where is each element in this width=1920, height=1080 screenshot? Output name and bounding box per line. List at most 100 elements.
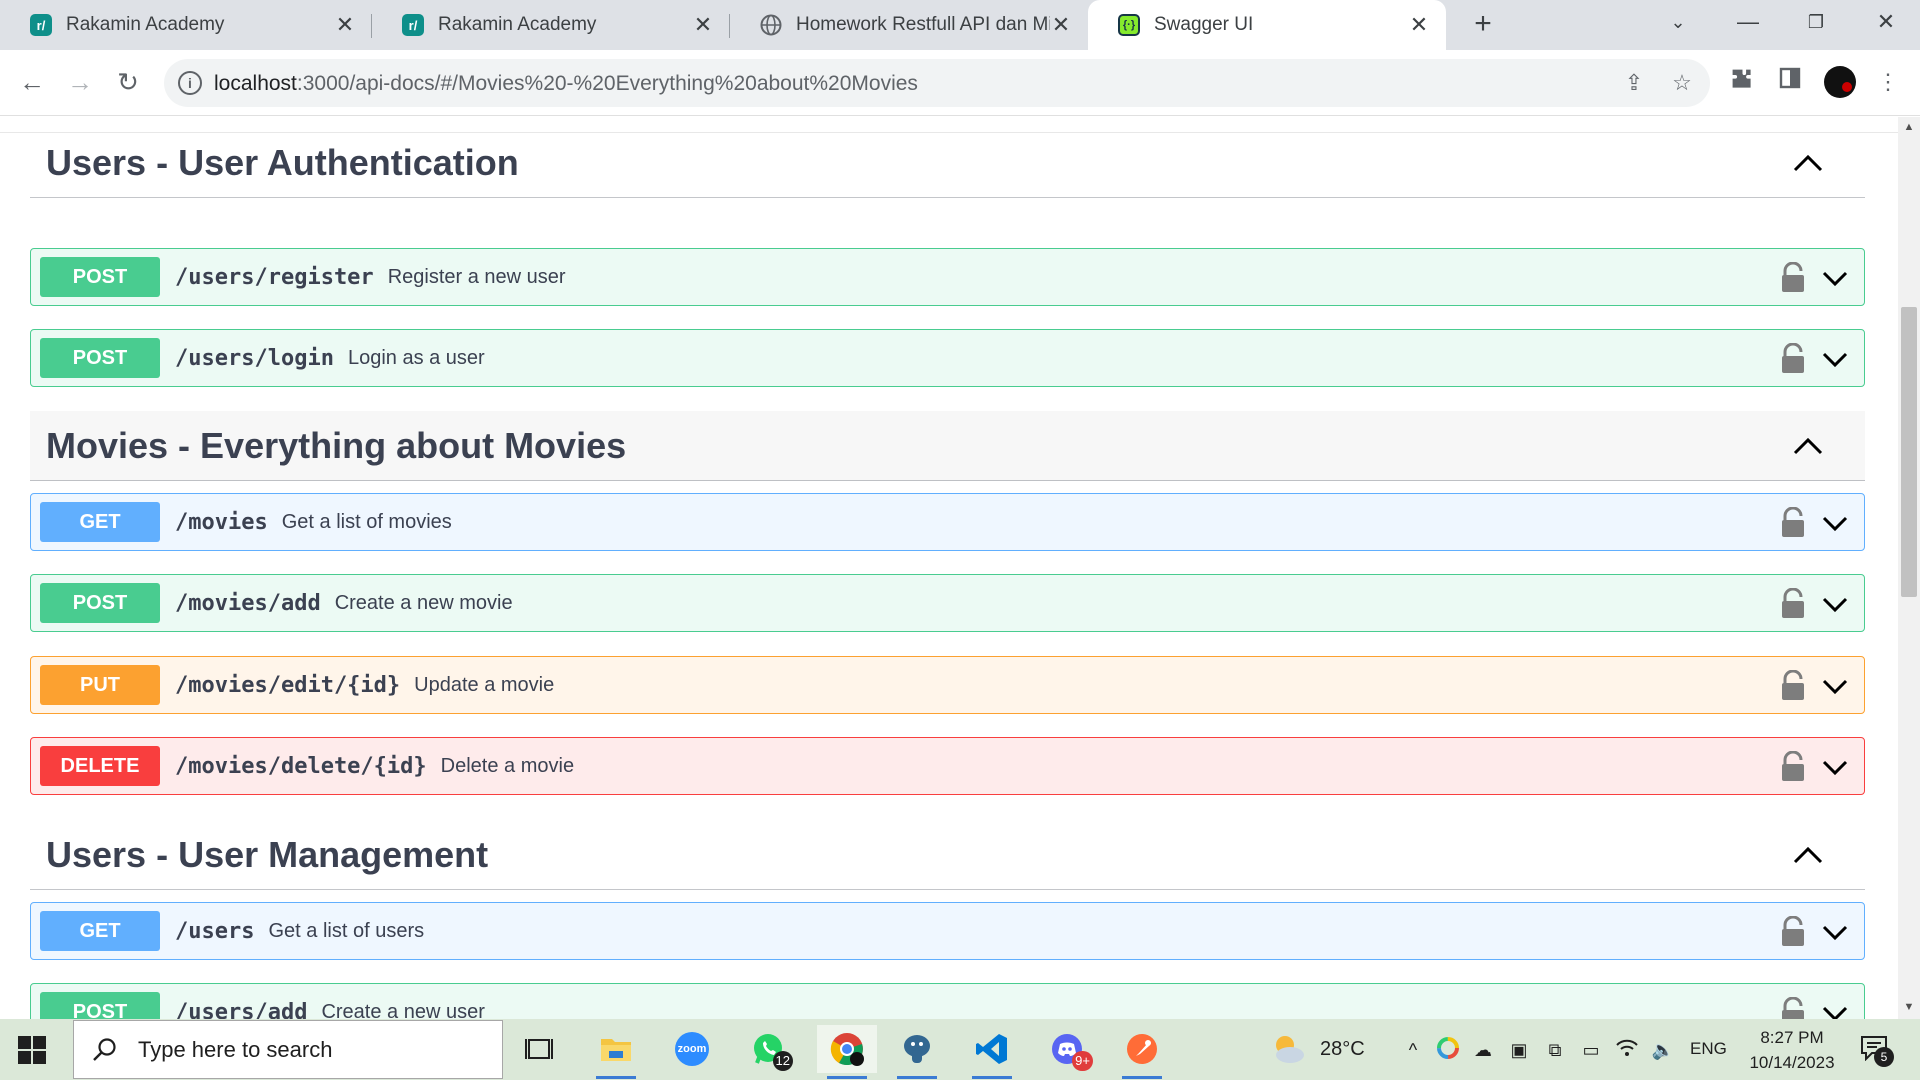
chevron-down-icon[interactable] xyxy=(1822,920,1848,944)
color-wheel-icon[interactable] xyxy=(1435,1037,1461,1063)
lock-icon[interactable] xyxy=(1780,343,1806,375)
operation-summary: Register a new user xyxy=(387,265,566,288)
new-tab-button[interactable]: + xyxy=(1466,8,1500,42)
chevron-up-icon[interactable] xyxy=(1791,148,1825,178)
operation-get-movies[interactable]: GET /movies Get a list of movies xyxy=(30,493,1865,551)
lock-icon[interactable] xyxy=(1780,588,1806,620)
lock-icon[interactable] xyxy=(1780,997,1806,1019)
taskbar-search-box[interactable]: Type here to search xyxy=(73,1020,503,1079)
onedrive-cloud-icon[interactable]: ☁ xyxy=(1470,1037,1496,1063)
language-indicator[interactable]: ENG xyxy=(1690,1039,1727,1059)
meet-camera-icon[interactable]: ▣ xyxy=(1506,1037,1532,1063)
whatsapp-icon[interactable]: 12 xyxy=(743,1025,793,1073)
discord-icon[interactable]: 9+ xyxy=(1043,1025,1093,1073)
operation-path: /users/login xyxy=(175,345,334,371)
operation-post-users-register[interactable]: POST /users/register Register a new user xyxy=(30,248,1865,306)
operation-path: /movies xyxy=(175,509,268,535)
operation-path: /movies/edit/{id} xyxy=(175,672,401,698)
side-panel-icon[interactable] xyxy=(1774,66,1806,98)
file-explorer-icon[interactable] xyxy=(591,1025,641,1079)
page-scrollbar[interactable]: ▲ ▼ xyxy=(1898,117,1920,1019)
lock-icon[interactable] xyxy=(1780,751,1806,783)
tab-title: Homework Restfull API dan Mid xyxy=(796,14,1050,35)
section-title: Users - User Authentication xyxy=(46,141,519,183)
share-icon[interactable]: ⇪ xyxy=(1620,69,1648,97)
chevron-down-icon[interactable] xyxy=(1822,1001,1848,1019)
rakamin-icon: r/ xyxy=(402,14,424,36)
zoom-app-icon[interactable]: zoom xyxy=(667,1025,717,1073)
notification-center-icon[interactable]: 5 xyxy=(1860,1035,1894,1067)
chevron-down-icon[interactable] xyxy=(1822,266,1848,290)
search-icon xyxy=(93,1037,116,1061)
chevron-down-icon[interactable] xyxy=(1822,592,1848,616)
address-bar[interactable]: i localhost:3000/api-docs/#/Movies%20-%2… xyxy=(164,59,1710,107)
restore-icon[interactable]: ❐ xyxy=(1786,0,1846,44)
window-close-icon[interactable]: ✕ xyxy=(1856,0,1916,44)
section-header-user-management[interactable]: Users - User Management xyxy=(30,820,1865,890)
chevron-down-icon[interactable] xyxy=(1822,755,1848,779)
battery-icon[interactable]: ▭ xyxy=(1578,1037,1604,1063)
swagger-icon: {·} xyxy=(1118,14,1140,36)
show-hidden-icons-chevron-icon[interactable]: ^ xyxy=(1400,1037,1426,1063)
chevron-down-icon[interactable] xyxy=(1822,674,1848,698)
close-icon[interactable]: ✕ xyxy=(692,12,714,38)
postgresql-icon[interactable] xyxy=(892,1025,942,1079)
browser-tab-2[interactable]: r/ Rakamin Academy ✕ xyxy=(372,0,730,50)
operation-post-users-add[interactable]: POST /users/add Create a new user xyxy=(30,983,1865,1019)
operation-post-movies-add[interactable]: POST /movies/add Create a new movie xyxy=(30,574,1865,632)
site-info-icon[interactable]: i xyxy=(178,71,202,95)
chevron-down-icon[interactable] xyxy=(1822,511,1848,535)
task-view-icon[interactable] xyxy=(515,1025,565,1073)
lock-icon[interactable] xyxy=(1780,262,1806,294)
operation-summary: Delete a movie xyxy=(440,754,575,777)
operation-summary: Get a list of movies xyxy=(281,510,452,533)
close-icon[interactable]: ✕ xyxy=(334,12,356,38)
scroll-up-arrow[interactable]: ▲ xyxy=(1898,121,1920,133)
vscode-icon[interactable] xyxy=(967,1025,1017,1079)
section-header-user-authentication[interactable]: Users - User Authentication xyxy=(30,128,1865,198)
minimize-icon[interactable]: — xyxy=(1718,0,1778,44)
profile-avatar[interactable] xyxy=(1824,66,1856,98)
lock-icon[interactable] xyxy=(1780,916,1806,948)
chrome-icon[interactable] xyxy=(817,1025,877,1079)
wifi-icon[interactable] xyxy=(1614,1037,1640,1063)
method-badge: DELETE xyxy=(40,746,160,786)
section-header-movies[interactable]: Movies - Everything about Movies xyxy=(30,411,1865,481)
tab-title: Rakamin Academy xyxy=(66,14,225,35)
scrollbar-thumb[interactable] xyxy=(1901,307,1917,597)
weather-widget[interactable]: 28°C xyxy=(1270,1033,1365,1065)
method-badge: PUT xyxy=(40,665,160,705)
lock-icon[interactable] xyxy=(1780,670,1806,702)
lock-icon[interactable] xyxy=(1780,507,1806,539)
windows-start-icon[interactable] xyxy=(18,1036,46,1064)
postman-icon[interactable] xyxy=(1117,1025,1167,1079)
volume-icon[interactable]: 🔈 xyxy=(1650,1037,1676,1063)
reload-icon[interactable]: ↻ xyxy=(110,64,146,100)
url-text[interactable]: localhost:3000/api-docs/#/Movies%20-%20E… xyxy=(214,72,918,96)
browser-tab-3[interactable]: Homework Restfull API dan Mid ✕ xyxy=(730,0,1088,50)
chevron-up-icon[interactable] xyxy=(1791,840,1825,870)
extensions-icon[interactable] xyxy=(1726,66,1758,98)
scroll-down-arrow[interactable]: ▼ xyxy=(1898,1001,1920,1013)
tab-search-icon[interactable]: ⌄ xyxy=(1648,0,1708,44)
forward-icon[interactable]: → xyxy=(62,64,98,100)
operation-post-users-login[interactable]: POST /users/login Login as a user xyxy=(30,329,1865,387)
close-icon[interactable]: ✕ xyxy=(1408,12,1430,38)
bookmark-star-icon[interactable]: ☆ xyxy=(1668,69,1696,97)
operation-delete-movies[interactable]: DELETE /movies/delete/{id} Delete a movi… xyxy=(30,737,1865,795)
browser-tab-4-active[interactable]: {·} Swagger UI ✕ xyxy=(1088,0,1446,50)
method-badge: POST xyxy=(40,583,160,623)
operation-path: /users/register xyxy=(175,264,374,290)
operation-get-users[interactable]: GET /users Get a list of users xyxy=(30,902,1865,960)
operation-put-movies-edit[interactable]: PUT /movies/edit/{id} Update a movie xyxy=(30,656,1865,714)
operation-path: /users/add xyxy=(175,999,308,1020)
back-icon[interactable]: ← xyxy=(14,64,50,100)
task-manager-icon[interactable]: ⧉ xyxy=(1542,1037,1568,1063)
chevron-down-icon[interactable] xyxy=(1822,347,1848,371)
chevron-up-icon[interactable] xyxy=(1791,431,1825,461)
browser-tab-1[interactable]: r/ Rakamin Academy ✕ xyxy=(0,0,372,50)
close-icon[interactable]: ✕ xyxy=(1050,12,1072,38)
browser-menu-icon[interactable]: ⋮ xyxy=(1872,66,1904,98)
clock-time: 8:27 PM xyxy=(1760,1028,1824,1047)
system-clock[interactable]: 8:27 PM 10/14/2023 xyxy=(1737,1025,1847,1075)
